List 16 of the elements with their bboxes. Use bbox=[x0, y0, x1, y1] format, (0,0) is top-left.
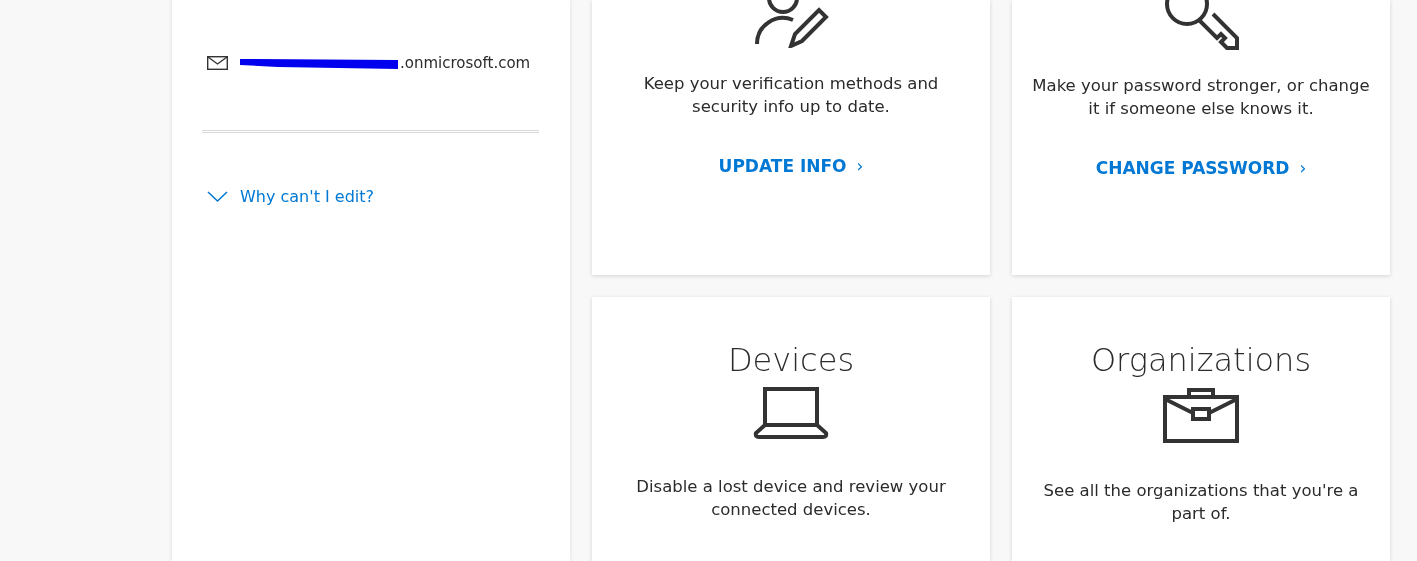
why-cant-edit-link[interactable]: Why can't I edit? bbox=[205, 187, 375, 206]
card-description: See all the organizations that you're a part of. bbox=[1042, 480, 1360, 525]
laptop-icon bbox=[753, 387, 829, 439]
card-description: Make your password stronger, or change it if someone else knows it. bbox=[1031, 75, 1371, 120]
key-icon bbox=[1163, 0, 1239, 50]
email-address: .onmicrosoft.com bbox=[400, 54, 531, 72]
card-description: Disable a lost device and review your connected devices. bbox=[635, 476, 947, 521]
person-edit-icon bbox=[753, 0, 829, 48]
chevron-down-icon bbox=[207, 191, 228, 202]
card-link[interactable]: CHANGE PASSWORD › bbox=[1095, 158, 1307, 178]
card-description: Keep your verification methods and security info up to date. bbox=[642, 73, 940, 118]
card-title: Devices bbox=[727, 341, 855, 379]
briefcase-icon bbox=[1163, 387, 1239, 443]
card-title: Organizations bbox=[1090, 341, 1312, 379]
card-link[interactable]: UPDATE INFO › bbox=[718, 156, 864, 176]
mail-icon bbox=[207, 56, 228, 70]
